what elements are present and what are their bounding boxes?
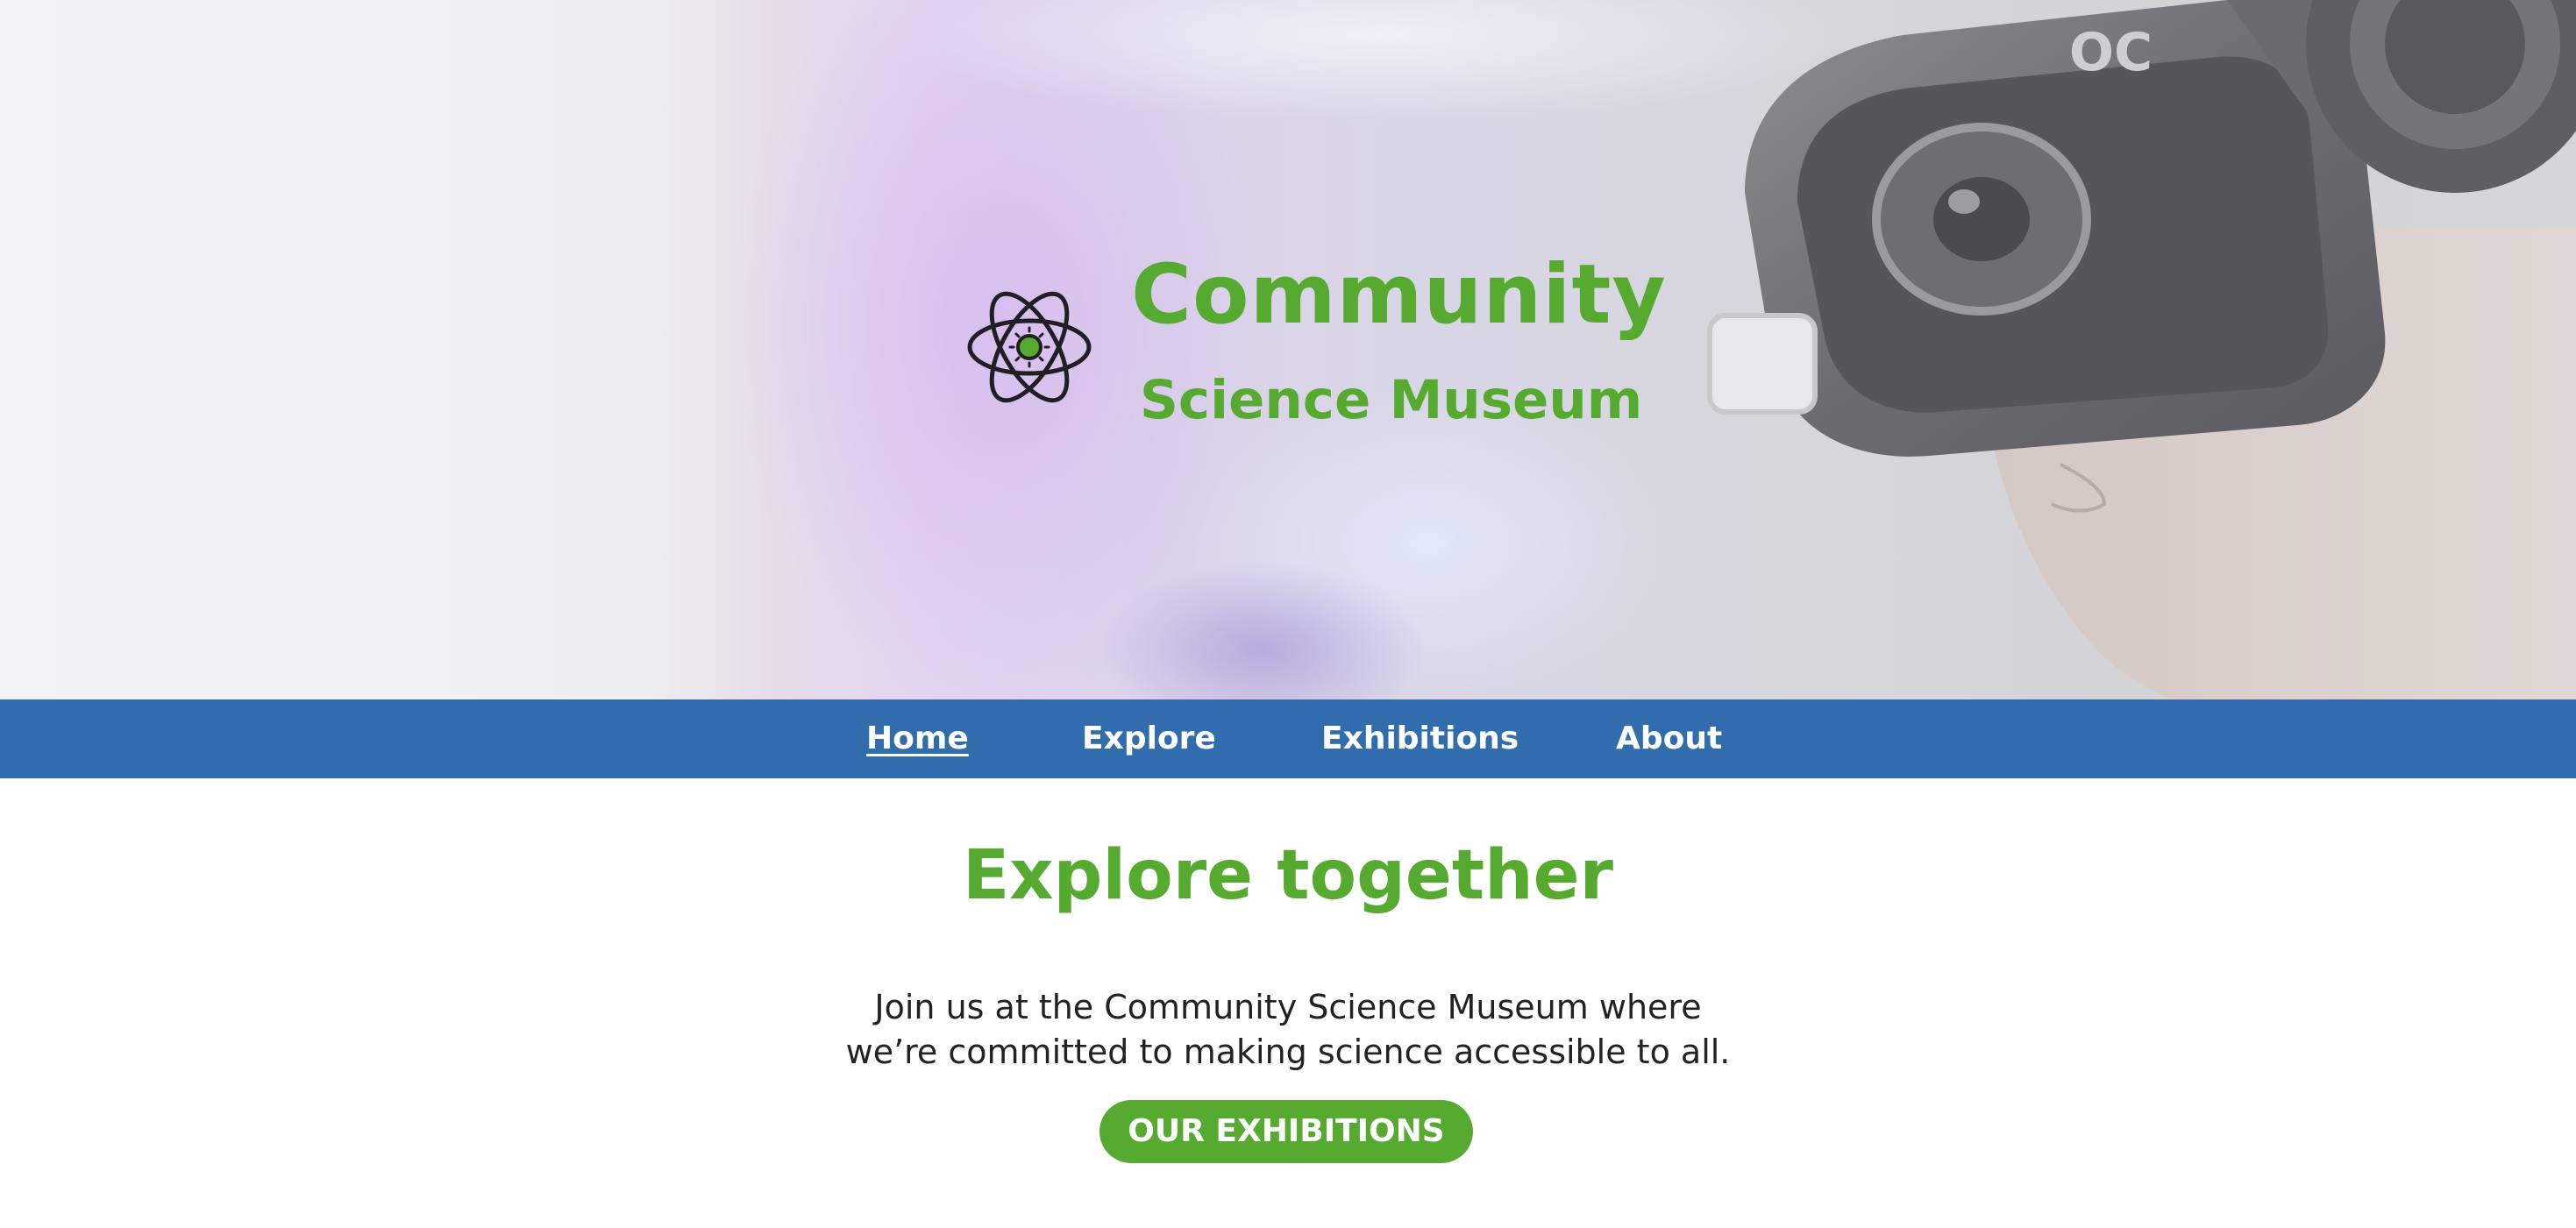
site-subtitle: Science Museum: [1140, 369, 1643, 431]
nav-item-home[interactable]: Home: [866, 699, 969, 778]
svg-text:OC: OC: [2069, 22, 2153, 83]
intro-line: we’re committed to making science access…: [845, 1033, 1731, 1071]
nav-item-about[interactable]: About: [1616, 699, 1722, 778]
section-headline: Explore together: [962, 836, 1614, 915]
nav-item-exhibitions[interactable]: Exhibitions: [1321, 699, 1519, 778]
our-exhibitions-button[interactable]: OUR EXHIBITIONS: [1099, 1100, 1473, 1163]
intro-text: Join us at the Community Science Museum …: [0, 985, 2576, 1075]
main-navigation: Home Explore Exhibitions About: [0, 699, 2576, 778]
site-title: Community: [1131, 247, 1667, 343]
hero-background-glow: [1096, 561, 1429, 699]
intro-line: Join us at the Community Science Museum …: [874, 988, 1702, 1026]
nav-item-explore[interactable]: Explore: [1082, 699, 1216, 778]
atom-icon: [967, 291, 1092, 403]
hero-banner: OC Community Science Museum: [0, 0, 2576, 699]
vr-headset-image: OC: [1707, 0, 2576, 699]
page: OC Community Science Museum Home Explore…: [0, 0, 2576, 1228]
